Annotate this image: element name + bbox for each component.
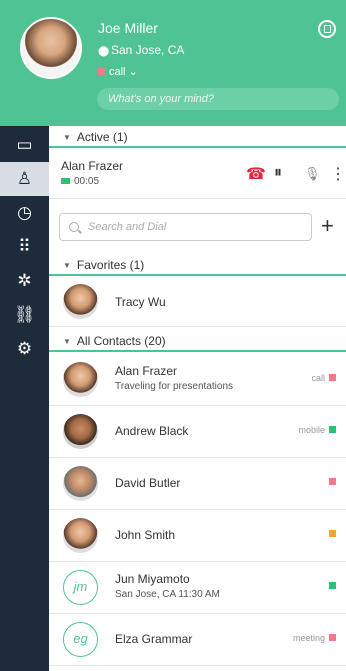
search-icon	[69, 222, 79, 232]
call-timer-value: 00:05	[74, 176, 100, 187]
presence-label: call	[311, 373, 325, 383]
triangle-down-icon: ▼	[63, 133, 71, 142]
profile-header: Joe Miller ⬤ San Jose, CA call ⌄ What's o…	[0, 0, 346, 126]
pause-icon[interactable]: ⏸	[274, 164, 282, 182]
presence-tag: meeting	[293, 633, 336, 643]
link-icon: ⛓	[13, 305, 36, 324]
presence-square-icon	[329, 582, 336, 589]
favorite-item[interactable]: Tracy Wu	[49, 278, 346, 327]
contact-row[interactable]: Alan Frazer Traveling for presentations ca…	[49, 354, 346, 406]
favorites-section-header[interactable]: ▼ Favorites (1)	[49, 254, 346, 276]
contact-name: Andrew Black	[115, 424, 189, 438]
favorites-section-label: Favorites (1)	[76, 258, 145, 272]
clock-icon: ◷	[17, 203, 32, 222]
contact-avatar	[63, 362, 98, 397]
presence-tag: mobile	[298, 425, 336, 435]
contact-avatar: jm	[63, 570, 98, 605]
presence-tag: call	[311, 373, 336, 383]
search-placeholder: Search and Dial	[88, 221, 167, 233]
presence-square-icon	[329, 478, 336, 485]
add-button[interactable]: +	[321, 214, 334, 238]
video-icon	[61, 178, 70, 184]
contact-subtitle: San Jose, CA 11:30 AM	[115, 589, 220, 600]
contact-avatar	[63, 414, 98, 449]
user-status-selector[interactable]: call ⌄	[98, 65, 138, 78]
active-section-label: Active (1)	[76, 130, 128, 144]
contact-name: Elza Grammar	[115, 632, 193, 646]
contact-avatar: eg	[63, 622, 98, 657]
contacts-section-header[interactable]: ▼ All Contacts (20)	[49, 330, 346, 352]
dialpad-icon: ⠿	[18, 237, 31, 256]
presence-label: mobile	[298, 425, 325, 435]
sidebar-item-network[interactable]: ✲	[0, 264, 49, 298]
contact-avatar	[63, 284, 98, 319]
presence-square-icon	[329, 426, 336, 433]
person-icon: ♙	[16, 169, 33, 188]
main-panel: ▼ Active (1) Alan Frazer 00:05 ☎ ⏸ 🎙 ⋮ Se…	[49, 126, 346, 671]
chevron-down-icon: ⌄	[128, 66, 138, 78]
contact-avatar	[63, 466, 98, 501]
presence-square-icon	[329, 530, 336, 537]
active-caller-name: Alan Frazer	[61, 159, 124, 173]
location-pin-icon: ⬤	[98, 46, 110, 57]
hangup-icon[interactable]: ☎	[246, 164, 266, 184]
sidebar-item-settings[interactable]: ⚙	[0, 332, 49, 366]
sidebar-item-contacts[interactable]: ♙	[0, 162, 49, 196]
sidebar-item-dialpad[interactable]: ⠿	[0, 230, 49, 264]
contact-name: David Butler	[115, 476, 181, 490]
more-icon[interactable]: ⋮	[330, 164, 346, 184]
presence-tag	[325, 529, 336, 539]
contact-avatar	[63, 518, 98, 553]
user-location: San Jose, CA	[111, 43, 185, 57]
sidebar-item-link[interactable]: ⛓	[0, 298, 49, 332]
user-status: call	[109, 66, 126, 78]
contact-row[interactable]: eg Elza Grammar meeting	[49, 614, 346, 666]
sidebar: ▭ ♙ ◷ ⠿ ✲ ⛓ ⚙	[0, 126, 49, 671]
chat-bubble-icon: ▭	[16, 135, 33, 154]
sidebar-item-history[interactable]: ◷	[0, 196, 49, 230]
contacts-section-label: All Contacts (20)	[76, 334, 166, 348]
contact-name: John Smith	[115, 528, 176, 542]
mind-input[interactable]: What's on your mind?	[97, 88, 339, 110]
presence-tag	[325, 477, 336, 487]
network-icon: ✲	[17, 271, 32, 290]
contact-row[interactable]: David Butler	[49, 458, 346, 510]
contact-name: Alan Frazer	[115, 364, 178, 378]
gear-icon: ⚙	[16, 339, 33, 358]
mute-mic-icon[interactable]: 🎙	[304, 166, 321, 182]
contact-row[interactable]: jm Jun Miyamoto San Jose, CA 11:30 AM	[49, 562, 346, 614]
presence-square-icon	[329, 374, 336, 381]
active-section-header[interactable]: ▼ Active (1)	[49, 126, 346, 148]
call-timer: 00:05	[61, 176, 99, 187]
user-avatar[interactable]	[20, 17, 82, 79]
presence-square-icon	[329, 634, 336, 641]
sidebar-item-chat[interactable]: ▭	[0, 128, 49, 162]
building-icon[interactable]	[318, 20, 336, 38]
user-location-row: ⬤ San Jose, CA	[98, 43, 184, 57]
active-call-row[interactable]: Alan Frazer 00:05 ☎ ⏸ 🎙 ⋮	[49, 150, 346, 199]
contact-name: Jun Miyamoto	[115, 572, 190, 586]
contact-name: Tracy Wu	[115, 295, 166, 309]
contact-row[interactable]: Andrew Black mobile	[49, 406, 346, 458]
contact-subtitle: Traveling for presentations	[115, 381, 234, 392]
status-square-icon	[98, 68, 105, 75]
contact-row[interactable]: John Smith	[49, 510, 346, 562]
triangle-down-icon: ▼	[63, 261, 71, 270]
presence-tag	[325, 581, 336, 591]
user-name: Joe Miller	[98, 20, 158, 36]
app-window: Joe Miller ⬤ San Jose, CA call ⌄ What's o…	[0, 0, 346, 671]
search-input[interactable]: Search and Dial	[59, 213, 312, 241]
presence-label: meeting	[292, 633, 325, 643]
triangle-down-icon: ▼	[63, 337, 71, 346]
